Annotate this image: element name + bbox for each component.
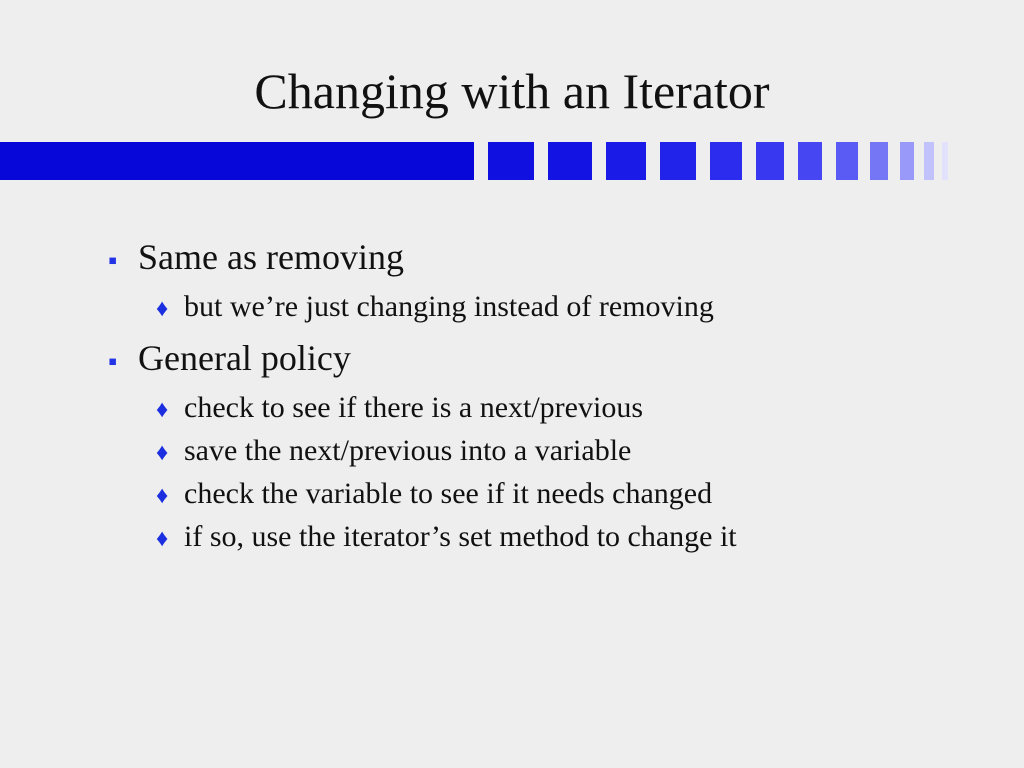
decor-bar — [924, 142, 934, 180]
title-underline-decor — [0, 142, 1024, 180]
bullet-text: if so, use the iterator’s set method to … — [184, 517, 737, 557]
slide: Changing with an Iterator ▪ Same as remo… — [0, 0, 1024, 768]
bullet-level2: ♦ but we’re just changing instead of rem… — [156, 287, 928, 328]
decor-bar — [548, 142, 592, 180]
square-bullet-icon: ▪ — [108, 342, 138, 382]
bullet-text: General policy — [138, 336, 351, 380]
bullet-text: check to see if there is a next/previous — [184, 388, 643, 428]
bullet-level1: ▪ Same as removing — [108, 235, 928, 281]
square-bullet-icon: ▪ — [108, 241, 138, 281]
decor-bar — [488, 142, 534, 180]
bullet-text: check the variable to see if it needs ch… — [184, 474, 712, 514]
decor-bar — [900, 142, 914, 180]
diamond-bullet-icon: ♦ — [156, 391, 184, 429]
diamond-bullet-icon: ♦ — [156, 434, 184, 472]
bullet-text: save the next/previous into a variable — [184, 431, 631, 471]
decor-bar — [942, 142, 948, 180]
bullet-level2: ♦ check to see if there is a next/previo… — [156, 388, 928, 429]
bullet-level2: ♦ check the variable to see if it needs … — [156, 474, 928, 515]
slide-title: Changing with an Iterator — [0, 62, 1024, 120]
decor-bar — [870, 142, 888, 180]
diamond-bullet-icon: ♦ — [156, 290, 184, 328]
decor-bar — [756, 142, 784, 180]
bullet-level2: ♦ save the next/previous into a variable — [156, 431, 928, 472]
decor-bar — [606, 142, 646, 180]
diamond-bullet-icon: ♦ — [156, 520, 184, 558]
bullet-text: Same as removing — [138, 235, 404, 279]
diamond-bullet-icon: ♦ — [156, 477, 184, 515]
decor-bar — [660, 142, 696, 180]
decor-bar — [798, 142, 822, 180]
bullet-level1: ▪ General policy — [108, 336, 928, 382]
decor-bar — [710, 142, 742, 180]
decor-bar — [836, 142, 858, 180]
decor-bar — [0, 142, 474, 180]
bullet-text: but we’re just changing instead of remov… — [184, 287, 714, 327]
bullet-level2: ♦ if so, use the iterator’s set method t… — [156, 517, 928, 558]
slide-body: ▪ Same as removing ♦ but we’re just chan… — [108, 235, 928, 560]
